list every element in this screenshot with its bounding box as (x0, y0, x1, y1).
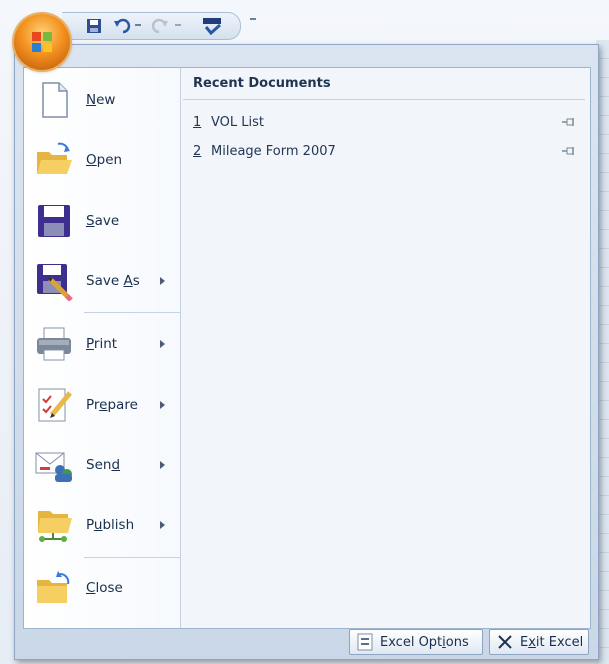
pin-icon[interactable] (561, 117, 577, 127)
menu-item-prepare[interactable]: Prepare (24, 379, 180, 431)
close-x-icon (496, 633, 514, 651)
menu-item-new[interactable]: New (24, 74, 180, 126)
prepare-icon (34, 385, 74, 425)
close-folder-icon (34, 568, 74, 608)
open-folder-icon (34, 140, 74, 180)
exit-excel-label: Exit Excel (520, 634, 584, 650)
publish-icon (34, 505, 74, 545)
options-icon (356, 633, 374, 651)
recent-document-name: Mileage Form 2007 (211, 143, 336, 159)
customize-qat-icon[interactable] (250, 18, 256, 20)
menu-footer: Excel Options Exit Excel (23, 629, 589, 655)
recent-document-item[interactable]: 2 Mileage Form 2007 (193, 140, 583, 162)
menu-item-label: Close (86, 580, 123, 596)
menu-item-label: Prepare (86, 397, 138, 413)
office-menu: New Open Save Save As Print Prepare Send… (14, 44, 599, 660)
office-menu-body: New Open Save Save As Print Prepare Send… (23, 67, 591, 629)
recent-divider (183, 99, 585, 100)
submenu-arrow-icon (160, 401, 165, 409)
send-icon (34, 445, 74, 485)
menu-item-publish[interactable]: Publish (24, 499, 180, 551)
menu-item-label: New (86, 92, 116, 108)
menu-item-label: Open (86, 152, 123, 168)
submenu-arrow-icon (160, 277, 165, 285)
undo-dropdown-icon[interactable] (134, 17, 144, 35)
printer-icon (34, 324, 74, 364)
submenu-arrow-icon (160, 521, 165, 529)
spelling-icon[interactable] (200, 17, 224, 35)
recent-documents-panel: Recent Documents 1 VOL List 2 Mileage Fo… (181, 68, 590, 628)
menu-item-label: Save As (86, 273, 140, 289)
menu-item-label: Send (86, 457, 121, 473)
new-document-icon (34, 80, 74, 120)
submenu-arrow-icon (160, 340, 165, 348)
recent-document-number: 2 (193, 143, 202, 159)
submenu-arrow-icon (160, 461, 165, 469)
undo-icon[interactable] (112, 17, 132, 35)
recent-document-item[interactable]: 1 VOL List (193, 111, 583, 133)
menu-item-save-as[interactable]: Save As (24, 255, 180, 307)
menu-divider (84, 557, 180, 558)
recent-documents-title: Recent Documents (193, 76, 331, 91)
quick-access-toolbar (62, 12, 241, 40)
office-button[interactable] (14, 14, 70, 70)
exit-excel-button[interactable]: Exit Excel (489, 629, 589, 655)
office-logo-icon (32, 32, 52, 52)
menu-item-label: Publish (86, 517, 135, 533)
pin-icon[interactable] (561, 146, 577, 156)
excel-options-button[interactable]: Excel Options (349, 629, 483, 655)
excel-options-label: Excel Options (380, 634, 469, 650)
menu-item-send[interactable]: Send (24, 439, 180, 491)
command-list: New Open Save Save As Print Prepare Send… (24, 68, 181, 628)
menu-item-close[interactable]: Close (24, 562, 180, 614)
save-as-icon (34, 261, 74, 302)
menu-item-label: Save (86, 213, 120, 229)
menu-item-label: Print (86, 336, 118, 352)
save-disk-icon (34, 201, 74, 241)
menu-item-open[interactable]: Open (24, 134, 180, 186)
menu-item-print[interactable]: Print (24, 318, 180, 370)
menu-divider (84, 312, 180, 313)
redo-dropdown-icon[interactable] (174, 17, 184, 35)
recent-document-name: VOL List (211, 114, 264, 130)
redo-icon[interactable] (150, 17, 170, 35)
save-qat-icon[interactable] (84, 17, 104, 35)
recent-document-number: 1 (193, 114, 202, 130)
menu-item-save[interactable]: Save (24, 195, 180, 247)
